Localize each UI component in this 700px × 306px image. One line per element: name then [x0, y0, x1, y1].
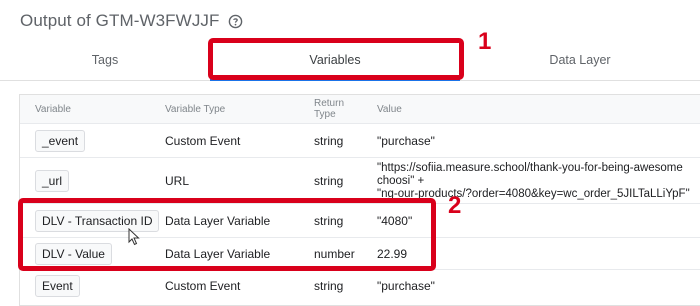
return-type: string	[314, 174, 344, 188]
value: "https://sofiia.measure.school/thank-you…	[377, 162, 690, 201]
variable-type: URL	[165, 174, 190, 188]
tab-data-layer[interactable]: Data Layer	[480, 38, 680, 80]
highlight-box-variables-tab	[208, 38, 464, 80]
variable-type: Custom Event	[165, 279, 241, 293]
column-header-variable: Variable	[35, 104, 71, 115]
value: "purchase"	[377, 134, 435, 148]
table-row: _url URL string "https://sofiia.measure.…	[20, 157, 700, 204]
column-header-return-line1: Return	[314, 98, 345, 109]
column-header-type: Variable Type	[165, 104, 226, 115]
variable-chip[interactable]: _event	[35, 130, 86, 152]
value: "purchase"	[377, 279, 435, 293]
value-line: choosi" +	[377, 175, 425, 187]
table-header: Variable Variable Type Return Type Value	[20, 95, 700, 123]
variable-chip[interactable]: _url	[35, 170, 70, 192]
highlight-box-dlv-rows	[18, 198, 436, 271]
page-title: Output of GTM-W3FWJJF	[20, 11, 220, 30]
table-row: _event Custom Event string "purchase"	[20, 123, 700, 158]
annotation-number-2: 2	[448, 192, 462, 219]
return-type: string	[314, 134, 344, 148]
column-header-return-line2: Type	[314, 109, 336, 120]
column-header-value: Value	[377, 104, 402, 115]
mouse-cursor-icon	[128, 228, 140, 246]
value-line: "https://sofiia.measure.school/thank-you…	[377, 162, 683, 174]
header: Output of GTM-W3FWJJF	[20, 11, 243, 31]
variable-chip[interactable]: Event	[35, 275, 80, 297]
variable-type: Custom Event	[165, 134, 241, 148]
annotation-number-1: 1	[478, 28, 492, 55]
column-header-return-type: Return Type	[314, 98, 344, 120]
return-type: string	[314, 279, 344, 293]
table-row: Event Custom Event string "purchase"	[20, 269, 700, 304]
help-circle-icon[interactable]	[228, 14, 243, 29]
tab-tags[interactable]: Tags	[20, 38, 190, 80]
